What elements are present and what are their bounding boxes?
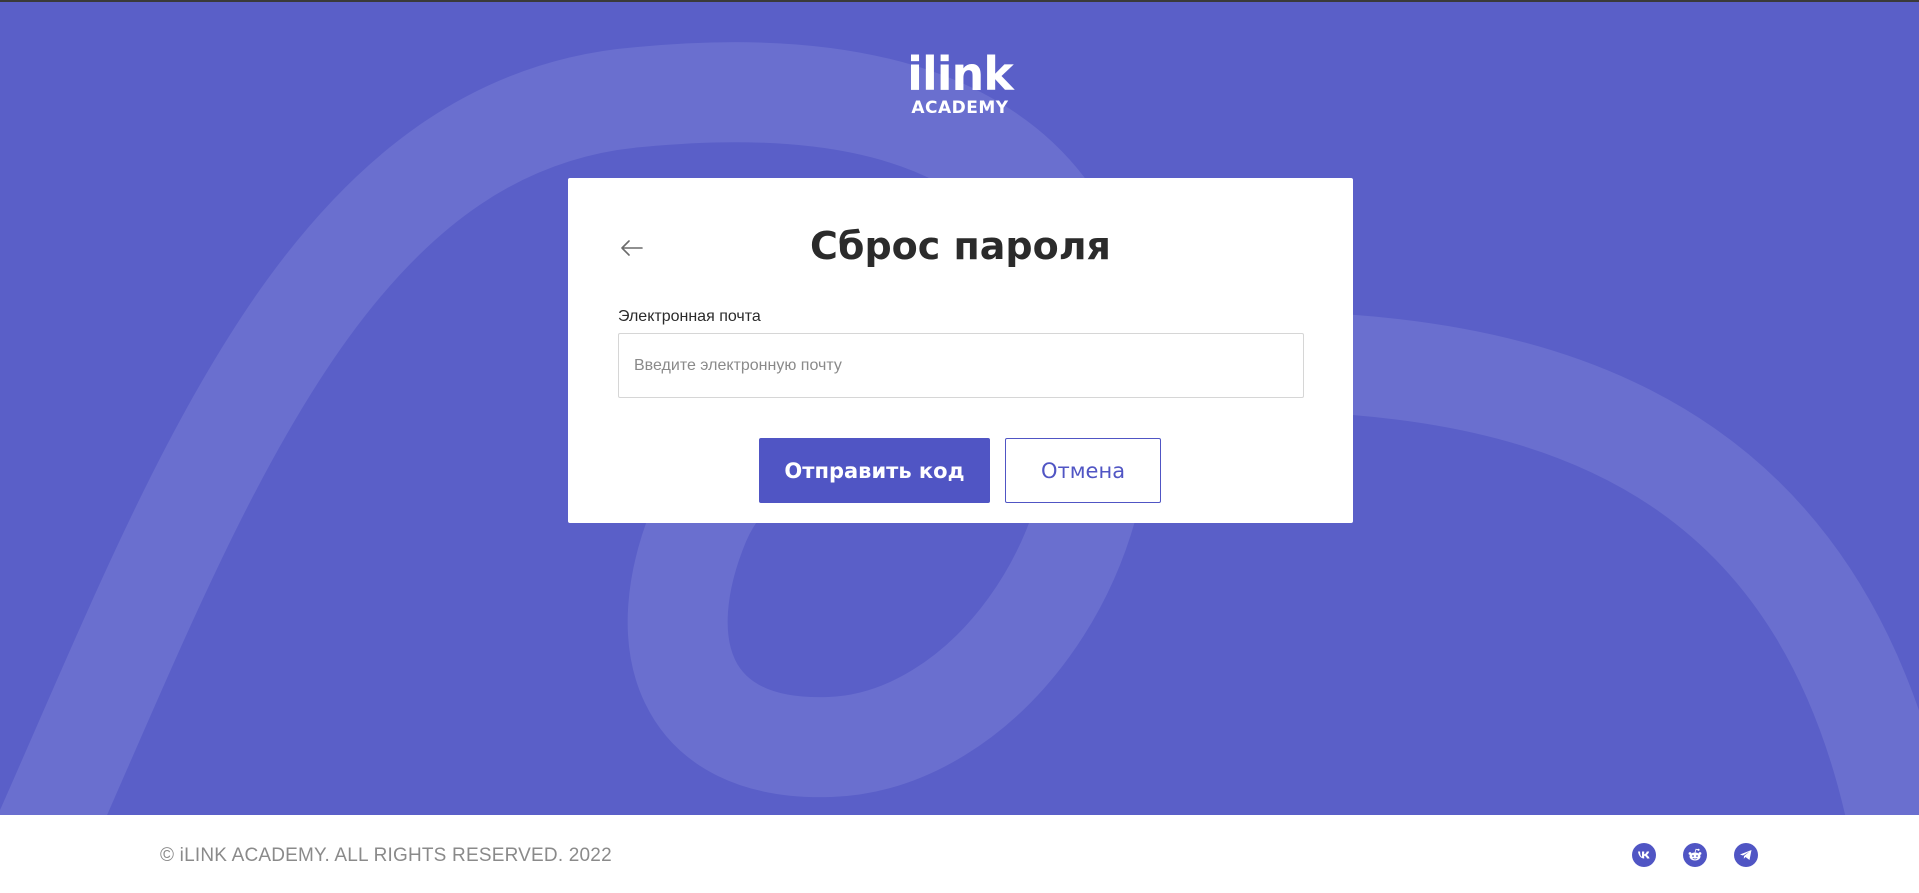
logo-subtitle: ACADEMY <box>911 98 1009 118</box>
vk-icon[interactable] <box>1632 843 1656 867</box>
email-input[interactable] <box>618 333 1304 398</box>
logo-wordmark: ilink <box>907 47 1014 101</box>
footer: © iLINK ACADEMY. ALL RIGHTS RESERVED. 20… <box>0 815 1919 893</box>
email-label: Электронная почта <box>618 308 761 325</box>
cancel-button[interactable]: Отмена <box>1005 438 1161 503</box>
hero-background: ilink ACADEMY Сброс пароля Электронная п… <box>0 0 1919 815</box>
telegram-icon[interactable] <box>1734 843 1758 867</box>
reddit-icon[interactable] <box>1683 843 1707 867</box>
social-links <box>1632 843 1758 867</box>
page: ilink ACADEMY Сброс пароля Электронная п… <box>0 0 1919 893</box>
send-code-button[interactable]: Отправить код <box>759 438 990 503</box>
page-title: Сброс пароля <box>810 224 1111 268</box>
ilink-academy-logo[interactable]: ilink ACADEMY <box>904 50 1016 118</box>
copyright-text: © iLINK ACADEMY. ALL RIGHTS RESERVED. 20… <box>160 845 612 866</box>
password-reset-card: Сброс пароля Электронная почта Отправить… <box>568 178 1353 523</box>
